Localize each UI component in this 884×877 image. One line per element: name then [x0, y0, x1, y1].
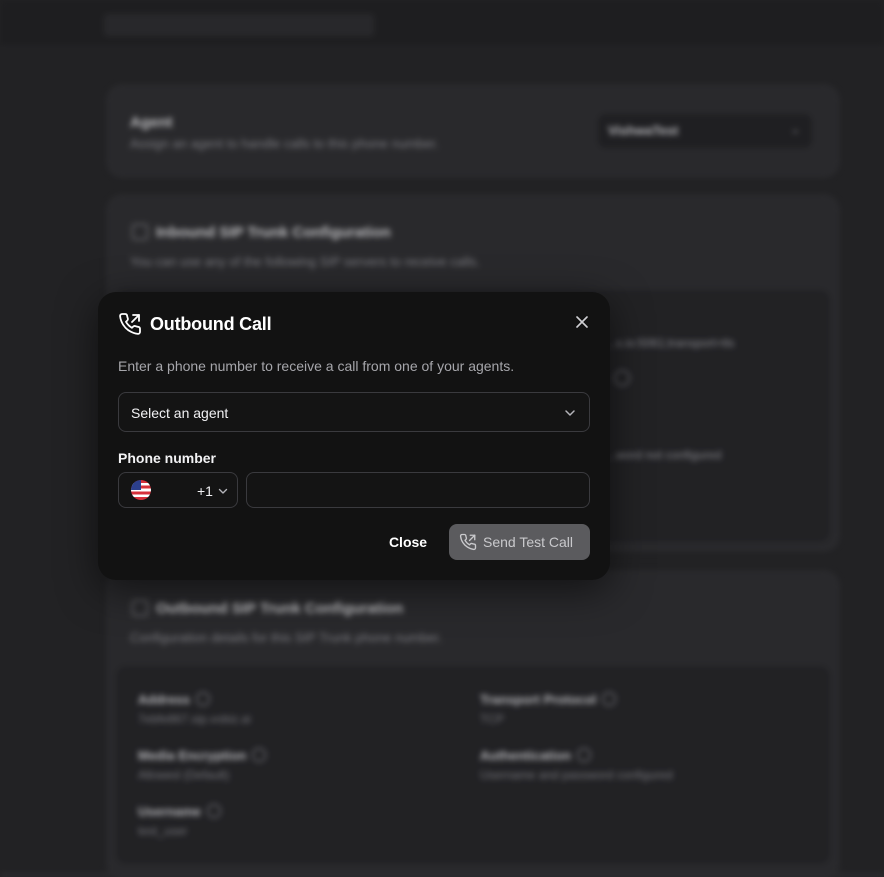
phone-outgoing-icon	[459, 533, 477, 551]
country-code-select[interactable]: +1	[118, 472, 238, 508]
agent-card-title: Agent	[130, 114, 173, 131]
us-flag-icon	[131, 480, 151, 500]
phone-number-label: Phone number	[118, 450, 217, 466]
outbound-card-title: Outbound SIP Trunk Configuration	[156, 600, 404, 617]
send-test-call-label: Send Test Call	[483, 534, 574, 550]
encryption-value: Allowed (Default)	[138, 768, 230, 782]
address-label: Address	[138, 692, 211, 707]
close-icon	[576, 316, 588, 328]
country-code-value: +1	[197, 483, 213, 499]
chevron-down-icon: ⌄	[790, 124, 800, 136]
dialog-title: Outbound Call	[150, 314, 272, 334]
phone-outgoing-icon	[119, 313, 141, 335]
chevron-down-icon	[565, 410, 575, 416]
encryption-label: Media Encryption	[138, 748, 267, 763]
chevron-down-icon	[218, 488, 228, 494]
info-icon	[196, 692, 211, 706]
server-icon	[132, 224, 148, 240]
bottom-divider	[0, 873, 884, 877]
info-icon	[577, 748, 591, 762]
agent-card-subtitle: Assign an agent to handle calls to this …	[130, 136, 439, 151]
outbound-call-dialog: Outbound Call Enter a phone number to re…	[98, 292, 610, 580]
transport-value: TCP	[480, 712, 504, 726]
outbound-sip-card: Outbound SIP Trunk Configuration Configu…	[106, 570, 840, 877]
info-icon	[206, 804, 221, 818]
close-dialog-button[interactable]	[572, 312, 592, 332]
authentication-value: Username and password configured	[480, 768, 673, 782]
authentication-label: Authentication	[480, 748, 591, 763]
phone-number-input[interactable]	[246, 472, 590, 508]
username-value: test_user	[138, 824, 188, 838]
agent-dropdown[interactable]: VishwaTest ⌄	[598, 114, 812, 148]
dialog-description: Enter a phone number to receive a call f…	[118, 358, 515, 374]
agent-dropdown-value: VishwaTest	[608, 123, 679, 138]
outbound-card-subtitle: Configuration details for this SIP Trunk…	[130, 630, 442, 645]
sip-server-value: ...s.io:5061;transport=tls	[606, 336, 735, 350]
info-icon	[252, 748, 267, 762]
inbound-auth-value: ...word not configured	[606, 448, 722, 462]
server-icon	[132, 600, 148, 616]
outbound-details-panel: Address 7ebfe867.sip.vobiz.ai Transport …	[116, 666, 830, 864]
inbound-card-title: Inbound SIP Trunk Configuration	[156, 224, 391, 241]
agent-select-placeholder: Select an agent	[131, 405, 229, 421]
send-test-call-button[interactable]: Send Test Call	[449, 524, 590, 560]
inbound-card-subtitle: You can use any of the following SIP ser…	[130, 254, 480, 269]
address-value: 7ebfe867.sip.vobiz.ai	[138, 712, 251, 726]
transport-label: Transport Protocol	[480, 692, 617, 707]
info-icon	[614, 370, 630, 386]
info-icon	[602, 692, 617, 706]
close-button[interactable]: Close	[380, 524, 436, 560]
breadcrumb	[104, 14, 374, 36]
agent-card: Agent Assign an agent to handle calls to…	[106, 84, 840, 178]
agent-select[interactable]: Select an agent	[118, 392, 590, 432]
username-label: Username	[138, 804, 221, 819]
top-bar	[0, 0, 884, 48]
